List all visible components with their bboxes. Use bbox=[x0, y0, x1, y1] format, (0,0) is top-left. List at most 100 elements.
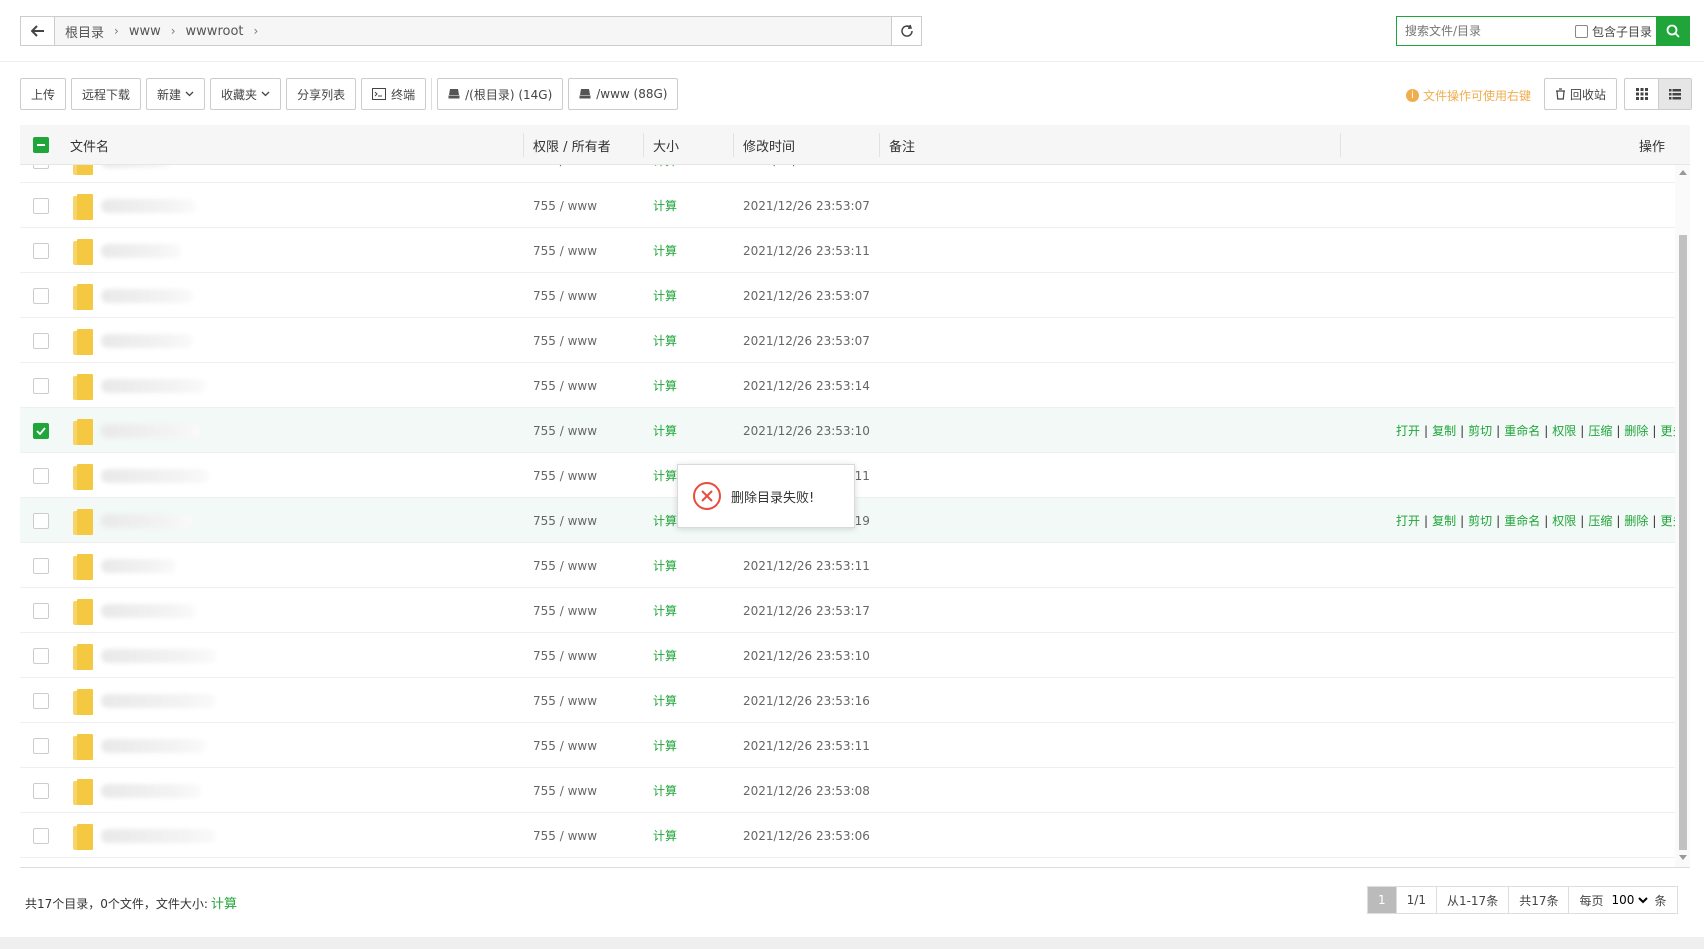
table-row[interactable]: 755 / www 计算 2021/12/26 23:53:07 bbox=[20, 273, 1675, 318]
folder-cell[interactable] bbox=[73, 363, 206, 408]
table-row[interactable]: 755 / www 计算 2021/12/26 23:53:11 bbox=[20, 723, 1675, 768]
table-row[interactable]: 755 / www 计算 2021/12/26 23:53:07 bbox=[20, 318, 1675, 363]
share-list-button[interactable]: 分享列表 bbox=[286, 78, 357, 110]
row-action-1[interactable]: 复制 bbox=[1432, 422, 1456, 439]
upload-button[interactable]: 上传 bbox=[20, 78, 67, 110]
row-checkbox[interactable] bbox=[33, 467, 49, 484]
folder-cell[interactable] bbox=[73, 498, 193, 543]
perm-cell[interactable]: 755 / www bbox=[533, 273, 597, 318]
scroll-up-icon[interactable] bbox=[1679, 170, 1687, 175]
perm-cell[interactable]: 755 / www bbox=[533, 813, 597, 858]
table-row[interactable]: 755 / www 计算 2021/12/26 23:53:08 bbox=[20, 768, 1675, 813]
perm-cell[interactable]: 755 / www bbox=[533, 678, 597, 723]
header-mtime[interactable]: 修改时间 bbox=[743, 125, 795, 165]
perm-cell[interactable]: 755 / www bbox=[533, 363, 597, 408]
row-action-4[interactable]: 权限 bbox=[1552, 422, 1576, 439]
row-checkbox[interactable] bbox=[33, 165, 49, 169]
size-calc-link[interactable]: 计算 bbox=[653, 633, 677, 678]
size-calc-link[interactable]: 计算 bbox=[653, 813, 677, 858]
table-row[interactable]: 755 / www 计算 2021/12/26 23:53:06 bbox=[20, 813, 1675, 858]
folder-cell[interactable] bbox=[73, 228, 181, 273]
search-input[interactable] bbox=[1397, 17, 1567, 45]
folder-cell[interactable] bbox=[73, 165, 171, 183]
row-action-2[interactable]: 剪切 bbox=[1468, 422, 1492, 439]
row-action-0[interactable]: 打开 bbox=[1396, 422, 1420, 439]
row-checkbox[interactable] bbox=[33, 242, 49, 259]
row-action-1[interactable]: 复制 bbox=[1432, 512, 1456, 529]
size-calc-link[interactable]: 计算 bbox=[653, 453, 677, 498]
row-checkbox[interactable] bbox=[33, 557, 49, 574]
new-dropdown-button[interactable]: 新建 bbox=[146, 78, 206, 110]
scroll-down-icon[interactable] bbox=[1679, 855, 1687, 860]
disk-www-button[interactable]: /www (88G) bbox=[568, 78, 679, 110]
row-checkbox[interactable] bbox=[33, 197, 49, 214]
folder-cell[interactable] bbox=[73, 678, 216, 723]
folder-cell[interactable] bbox=[73, 408, 201, 453]
folder-cell[interactable] bbox=[73, 543, 176, 588]
folder-cell[interactable] bbox=[73, 183, 196, 228]
row-action-4[interactable]: 权限 bbox=[1552, 512, 1576, 529]
row-action-6[interactable]: 删除 bbox=[1624, 512, 1648, 529]
perm-cell[interactable]: 755 / www bbox=[533, 633, 597, 678]
search-button[interactable] bbox=[1656, 16, 1690, 46]
remote-download-button[interactable]: 远程下载 bbox=[71, 78, 142, 110]
list-view-button[interactable] bbox=[1658, 79, 1691, 109]
table-row[interactable]: 755 / www 计算 2021/12/27 00:11:03 bbox=[20, 165, 1675, 183]
perm-cell[interactable]: 755 / www bbox=[533, 723, 597, 768]
perm-cell[interactable]: 755 / www bbox=[533, 183, 597, 228]
folder-cell[interactable] bbox=[73, 768, 201, 813]
total-size-calc-link[interactable]: 计算 bbox=[211, 897, 237, 912]
perm-cell[interactable]: 755 / www bbox=[533, 498, 597, 543]
row-checkbox[interactable] bbox=[33, 512, 49, 529]
row-action-7[interactable]: 更多 bbox=[1660, 422, 1675, 439]
table-row[interactable]: 755 / www 计算 2021/12/26 23:53:14 bbox=[20, 363, 1675, 408]
row-checkbox[interactable] bbox=[33, 647, 49, 664]
breadcrumb-www[interactable]: www bbox=[129, 24, 161, 39]
perm-cell[interactable]: 755 / www bbox=[533, 588, 597, 633]
row-action-7[interactable]: 更多 bbox=[1660, 512, 1675, 529]
header-size[interactable]: 大小 bbox=[653, 125, 679, 165]
row-checkbox[interactable] bbox=[33, 827, 49, 844]
row-action-5[interactable]: 压缩 bbox=[1588, 422, 1612, 439]
size-calc-link[interactable]: 计算 bbox=[653, 165, 677, 183]
header-name[interactable]: 文件名 bbox=[70, 125, 109, 165]
select-all-checkbox[interactable] bbox=[33, 137, 49, 153]
terminal-button[interactable]: 终端 bbox=[361, 78, 427, 110]
table-row[interactable]: 755 / www 计算 2021/12/26 23:53:17 bbox=[20, 588, 1675, 633]
folder-cell[interactable] bbox=[73, 633, 216, 678]
folder-cell[interactable] bbox=[73, 723, 206, 768]
size-calc-link[interactable]: 计算 bbox=[653, 723, 677, 768]
page-current[interactable]: 1 bbox=[1368, 887, 1397, 913]
folder-cell[interactable] bbox=[73, 588, 196, 633]
breadcrumb-root[interactable]: 根目录 bbox=[65, 22, 104, 41]
per-page-select[interactable]: 100 bbox=[1607, 892, 1651, 908]
table-row[interactable]: 755 / www 计算 2021/12/26 23:53:07 bbox=[20, 183, 1675, 228]
table-row[interactable]: 755 / www 计算 2021/12/26 23:53:10 打开 | 复制 | 剪切 | 重… bbox=[20, 408, 1675, 453]
table-row[interactable]: 755 / www 计算 2021/12/26 23:53:16 bbox=[20, 678, 1675, 723]
folder-cell[interactable] bbox=[73, 453, 209, 498]
breadcrumb-wwwroot[interactable]: wwwroot bbox=[186, 24, 244, 39]
row-action-3[interactable]: 重命名 bbox=[1504, 512, 1540, 529]
grid-view-button[interactable] bbox=[1625, 79, 1658, 109]
row-checkbox[interactable] bbox=[33, 422, 49, 439]
back-button[interactable] bbox=[21, 17, 55, 45]
size-calc-link[interactable]: 计算 bbox=[653, 183, 677, 228]
table-row[interactable]: 755 / www 计算 2021/12/26 23:53:11 bbox=[20, 543, 1675, 588]
include-subdir-toggle[interactable]: 包含子目录 bbox=[1575, 23, 1652, 40]
row-checkbox[interactable] bbox=[33, 737, 49, 754]
recycle-bin-button[interactable]: 回收站 bbox=[1544, 78, 1618, 110]
row-action-2[interactable]: 剪切 bbox=[1468, 512, 1492, 529]
size-calc-link[interactable]: 计算 bbox=[653, 408, 677, 453]
perm-cell[interactable]: 755 / www bbox=[533, 165, 597, 183]
row-action-5[interactable]: 压缩 bbox=[1588, 512, 1612, 529]
row-action-3[interactable]: 重命名 bbox=[1504, 422, 1540, 439]
perm-cell[interactable]: 755 / www bbox=[533, 453, 597, 498]
favorites-dropdown-button[interactable]: 收藏夹 bbox=[210, 78, 282, 110]
size-calc-link[interactable]: 计算 bbox=[653, 318, 677, 363]
row-checkbox[interactable] bbox=[33, 602, 49, 619]
row-action-6[interactable]: 删除 bbox=[1624, 422, 1648, 439]
size-calc-link[interactable]: 计算 bbox=[653, 768, 677, 813]
perm-cell[interactable]: 755 / www bbox=[533, 768, 597, 813]
perm-cell[interactable]: 755 / www bbox=[533, 408, 597, 453]
folder-cell[interactable] bbox=[73, 273, 193, 318]
